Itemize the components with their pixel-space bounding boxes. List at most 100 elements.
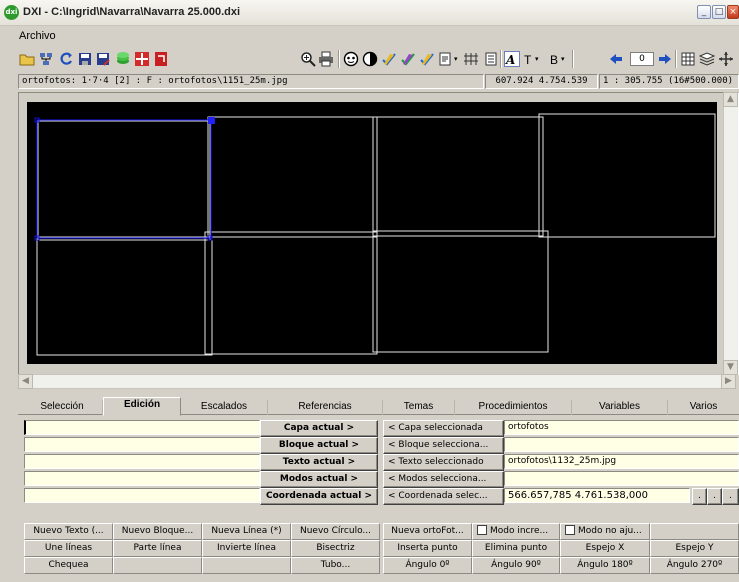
horizontal-scrollbar[interactable]: ◀ ▶	[18, 374, 736, 389]
invierte-linea-button[interactable]: Invierte línea	[202, 540, 291, 557]
toolbar-separator	[572, 50, 574, 68]
tab-procedimientos[interactable]: Procedimientos	[455, 400, 572, 415]
print-icon[interactable]	[318, 51, 334, 67]
nueva-linea-button[interactable]: Nueva Línea (*)	[202, 523, 291, 540]
tile-frame[interactable]	[372, 116, 544, 237]
capa-input[interactable]	[24, 420, 260, 435]
layers-icon[interactable]	[115, 51, 131, 67]
document-icon[interactable]	[437, 51, 453, 67]
parte-linea-button[interactable]: Parte línea	[113, 540, 202, 557]
refresh-icon[interactable]	[58, 51, 74, 67]
bloque-input[interactable]	[24, 437, 260, 452]
close-button[interactable]: ×	[727, 5, 739, 19]
bisectriz-button[interactable]: Bisectriz	[291, 540, 380, 557]
tab-escalados[interactable]: Escalados	[181, 400, 268, 415]
save-icon[interactable]	[77, 51, 93, 67]
palette-icon[interactable]	[134, 51, 150, 67]
tab-referencias[interactable]: Referencias	[268, 400, 383, 415]
bold-icon[interactable]: B	[550, 53, 558, 67]
coordenada-actual-button[interactable]: Coordenada actual >	[260, 488, 378, 505]
check-pencil-icon[interactable]	[381, 51, 397, 67]
check-pencil-2-icon[interactable]	[400, 51, 416, 67]
tile-frame[interactable]	[204, 231, 378, 355]
chevron-down-icon[interactable]: ▾	[454, 55, 458, 63]
scroll-down-icon[interactable]: ▼	[723, 360, 738, 375]
capa-actual-button[interactable]: Capa actual >	[260, 420, 378, 437]
texto-seleccionado-button[interactable]: < Texto seleccionado	[383, 454, 504, 471]
contrast-icon[interactable]	[362, 51, 378, 67]
tile-frame[interactable]	[538, 113, 716, 238]
svg-text:A: A	[505, 53, 515, 67]
angulo-0-button[interactable]: Ángulo 0º	[383, 557, 472, 574]
tab-varios[interactable]: Varios	[668, 400, 739, 415]
vertical-scrollbar[interactable]: ▲ ▼	[723, 92, 738, 375]
scroll-left-icon[interactable]: ◀	[18, 374, 33, 389]
selected-tile[interactable]	[34, 117, 215, 241]
arrow-right-icon[interactable]	[657, 51, 673, 67]
save-as-icon[interactable]	[95, 51, 111, 67]
move-icon[interactable]	[718, 51, 734, 67]
nuevo-circulo-button[interactable]: Nuevo Círculo...	[291, 523, 380, 540]
angulo-180-button[interactable]: Ángulo 180º	[560, 557, 650, 574]
export-icon[interactable]	[153, 51, 169, 67]
menu-archivo[interactable]: Archivo	[19, 30, 56, 42]
dot-button[interactable]: .	[722, 488, 739, 505]
une-lineas-button[interactable]: Une líneas	[24, 540, 113, 557]
angulo-270-button[interactable]: Ángulo 270º	[650, 557, 739, 574]
texto-input[interactable]	[24, 454, 260, 469]
font-style-icon[interactable]: A	[504, 51, 520, 67]
check-pencil-3-icon[interactable]	[419, 51, 435, 67]
tile-frame[interactable]	[36, 236, 213, 356]
modo-incremental-checkbox[interactable]: Modo incre...	[472, 523, 560, 540]
checkbox-icon[interactable]	[565, 525, 575, 535]
scroll-up-icon[interactable]: ▲	[723, 92, 738, 107]
layers-stack-icon[interactable]	[699, 51, 715, 67]
elimina-punto-button[interactable]: Elimina punto	[472, 540, 560, 557]
espejo-y-button[interactable]: Espejo Y	[650, 540, 739, 557]
chevron-down-icon[interactable]: ▾	[535, 55, 539, 63]
espejo-x-button[interactable]: Espejo X	[560, 540, 650, 557]
tab-edicion[interactable]: Edición	[103, 397, 181, 416]
minimize-button[interactable]: _	[697, 5, 711, 19]
modos-seleccionado-button[interactable]: < Modos selecciona...	[383, 471, 504, 488]
open-folder-icon[interactable]	[19, 51, 35, 67]
zoom-icon[interactable]	[300, 51, 316, 67]
modo-no-ajuste-checkbox[interactable]: Modo no aju...	[560, 523, 650, 540]
bloque-actual-button[interactable]: Bloque actual >	[260, 437, 378, 454]
tile-frame[interactable]	[372, 230, 549, 353]
checkbox-icon[interactable]	[477, 525, 487, 535]
text-icon[interactable]: T	[524, 53, 531, 67]
chequea-button[interactable]: Chequea	[24, 557, 113, 574]
grid-view-icon[interactable]	[680, 51, 696, 67]
tab-temas[interactable]: Temas	[383, 400, 455, 415]
network-icon[interactable]	[38, 51, 54, 67]
map-canvas[interactable]	[27, 102, 717, 364]
inserta-punto-button[interactable]: Inserta punto	[383, 540, 472, 557]
chevron-down-icon[interactable]: ▾	[561, 55, 565, 63]
nueva-ortofoto-button[interactable]: Nueva ortoFot...	[383, 523, 472, 540]
nuevo-texto-button[interactable]: Nuevo Texto (...	[24, 523, 113, 540]
angulo-90-button[interactable]: Ángulo 90º	[472, 557, 560, 574]
grid-icon[interactable]	[463, 51, 479, 67]
dot-button[interactable]: .	[707, 488, 722, 505]
tab-variables[interactable]: Variables	[572, 400, 668, 415]
capa-seleccionada-button[interactable]: < Capa seleccionada	[383, 420, 504, 437]
modos-actual-button[interactable]: Modos actual >	[260, 471, 378, 488]
face-icon[interactable]	[343, 51, 359, 67]
nuevo-bloque-button[interactable]: Nuevo Bloque...	[113, 523, 202, 540]
tubo-button[interactable]: Tubo...	[291, 557, 380, 574]
dot-button[interactable]: .	[692, 488, 707, 505]
scroll-right-icon[interactable]: ▶	[721, 374, 736, 389]
page-input[interactable]: 0	[630, 52, 654, 66]
arrow-left-icon[interactable]	[608, 51, 624, 67]
tile-frame[interactable]	[207, 116, 378, 238]
sheet-icon[interactable]	[483, 51, 499, 67]
bloque-seleccionado-button[interactable]: < Bloque selecciona...	[383, 437, 504, 454]
maximize-button[interactable]: □	[712, 5, 726, 19]
tile-frame[interactable]	[37, 120, 211, 241]
modos-input[interactable]	[24, 471, 260, 486]
coordenada-seleccionada-button[interactable]: < Coordenada selec...	[383, 488, 504, 505]
tab-seleccion[interactable]: Selección	[22, 400, 103, 415]
coordenada-input[interactable]	[24, 488, 260, 503]
texto-actual-button[interactable]: Texto actual >	[260, 454, 378, 471]
